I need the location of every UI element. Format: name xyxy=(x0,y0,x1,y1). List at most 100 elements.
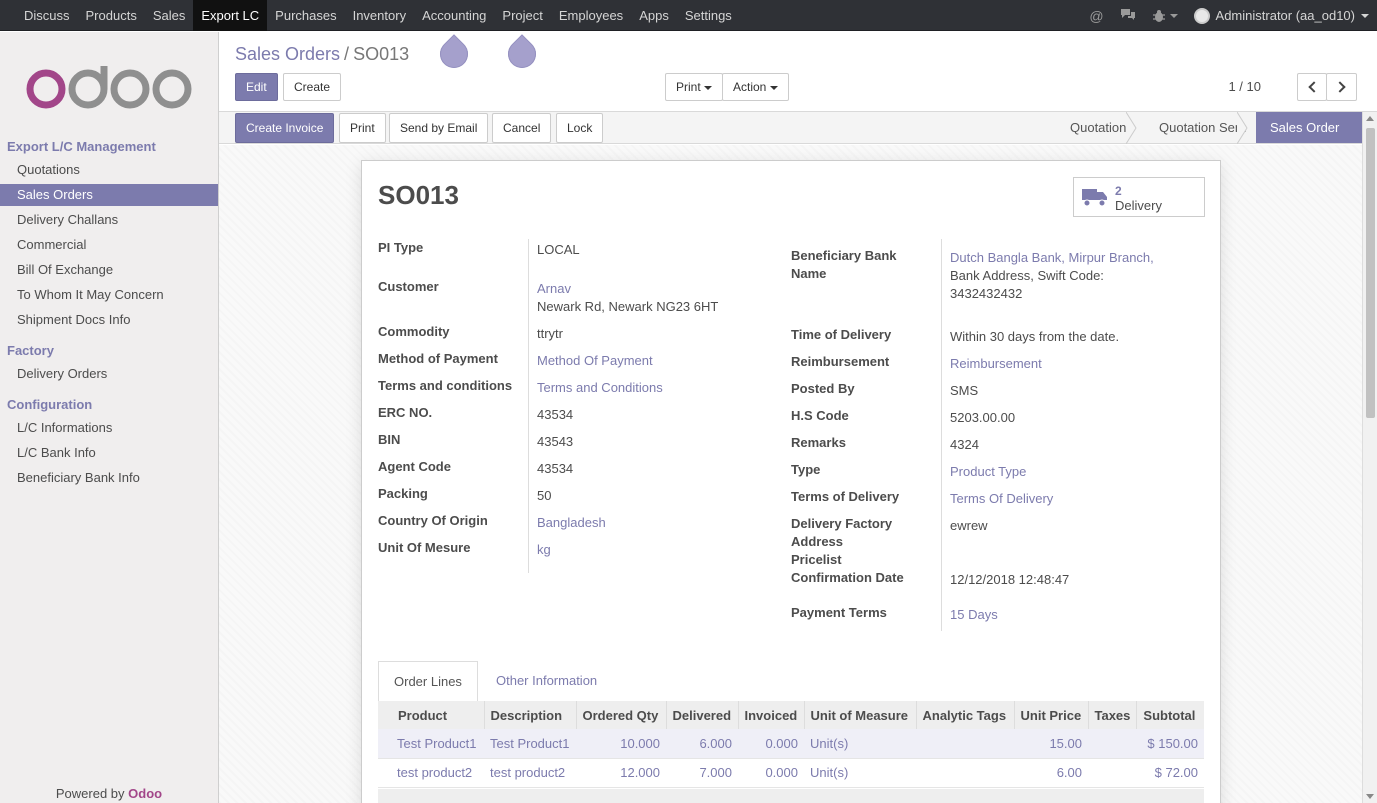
sidebar-item-lc-bank-info[interactable]: L/C Bank Info xyxy=(0,442,218,464)
action-dropdown-label: Action xyxy=(733,80,767,94)
sidebar-item-commercial[interactable]: Commercial xyxy=(0,234,218,256)
bug-icon[interactable] xyxy=(1152,9,1178,23)
delivery-smart-button[interactable]: 2 Delivery xyxy=(1073,177,1205,217)
column-header-delivered[interactable]: Delivered xyxy=(666,701,739,729)
menu-employees[interactable]: Employees xyxy=(551,0,631,31)
cell-product[interactable]: test product2 xyxy=(378,758,484,788)
column-header-description[interactable]: Description xyxy=(484,701,577,729)
menu-export-lc[interactable]: Export LC xyxy=(193,0,268,31)
table-row[interactable]: test product2 test product2 12.000 7.000… xyxy=(378,758,1204,788)
breadcrumb-current: SO013 xyxy=(353,44,410,64)
create-button[interactable]: Create xyxy=(283,73,342,101)
scroll-up-arrow-icon[interactable] xyxy=(1366,116,1374,121)
chevron-down-icon xyxy=(769,85,778,90)
tab-other-information[interactable]: Other Information xyxy=(481,661,612,702)
cancel-button[interactable]: Cancel xyxy=(492,113,552,143)
delivery-factory-value: ewrew xyxy=(950,518,988,533)
truck-icon xyxy=(1082,189,1107,207)
user-menu[interactable]: Administrator (aa_od10) xyxy=(1193,7,1369,24)
cell-unit-price: 15.00 xyxy=(1014,729,1088,759)
customer-link[interactable]: Arnav xyxy=(537,280,571,298)
erc-label: ERC NO. xyxy=(378,405,433,420)
pager-value[interactable]: 1 / 10 xyxy=(1228,79,1261,94)
sidebar-item-to-whom-it-may-concern[interactable]: To Whom It May Concern xyxy=(0,284,218,306)
bin-value: 43543 xyxy=(537,434,574,449)
confirmation-date-value: 12/12/2018 12:48:47 xyxy=(950,572,1070,587)
powered-by-text: Powered by xyxy=(55,786,125,801)
print-dropdown[interactable]: Print xyxy=(665,73,724,101)
stage-sales-order[interactable]: Sales Order xyxy=(1256,112,1362,143)
menu-products[interactable]: Products xyxy=(78,0,145,31)
cell-unit-of-measure: Unit(s) xyxy=(804,729,916,759)
edit-button[interactable]: Edit xyxy=(235,73,278,101)
menu-settings[interactable]: Settings xyxy=(677,0,740,31)
breadcrumb-parent[interactable]: Sales Orders xyxy=(235,44,340,64)
payment-terms-link[interactable]: 15 Days xyxy=(950,606,998,624)
sidebar-item-delivery-orders[interactable]: Delivery Orders xyxy=(0,363,218,385)
terms-conditions-label: Terms and conditions xyxy=(378,378,513,393)
chevron-down-icon xyxy=(1169,13,1178,18)
sidebar-section-configuration: Configuration xyxy=(7,397,93,412)
sidebar-item-lc-informations[interactable]: L/C Informations xyxy=(0,417,218,439)
lock-button[interactable]: Lock xyxy=(556,113,604,143)
menu-sales[interactable]: Sales xyxy=(145,0,194,31)
sidebar-item-shipment-docs-info[interactable]: Shipment Docs Info xyxy=(0,309,218,331)
sidebar-item-delivery-challans[interactable]: Delivery Challans xyxy=(0,209,218,231)
menu-discuss[interactable]: Discuss xyxy=(16,0,78,31)
terms-of-delivery-link[interactable]: Terms Of Delivery xyxy=(950,490,1053,508)
pricelist-label: Pricelist xyxy=(791,552,842,567)
column-header-analytic-tags[interactable]: Analytic Tags xyxy=(916,701,1015,729)
unit-of-measure-link[interactable]: kg xyxy=(537,541,551,559)
send-by-email-button[interactable]: Send by Email xyxy=(389,113,489,143)
menu-apps[interactable]: Apps xyxy=(631,0,677,31)
breadcrumb-separator: / xyxy=(344,44,350,64)
sidebar-section-factory: Factory xyxy=(7,343,54,358)
vertical-scrollbar[interactable] xyxy=(1362,112,1377,803)
column-header-subtotal[interactable]: Subtotal xyxy=(1136,701,1204,729)
sidebar-item-sales-orders[interactable]: Sales Orders xyxy=(0,184,218,206)
delivery-factory-label-line1: Delivery Factory xyxy=(791,516,893,531)
scroll-down-arrow-icon[interactable] xyxy=(1366,794,1374,799)
commodity-label: Commodity xyxy=(378,324,450,339)
type-link[interactable]: Product Type xyxy=(950,463,1026,481)
scrollbar-thumb[interactable] xyxy=(1366,128,1375,418)
column-header-ordered-qty[interactable]: Ordered Qty xyxy=(576,701,667,729)
menu-inventory[interactable]: Inventory xyxy=(345,0,414,31)
powered-by-brand[interactable]: Odoo xyxy=(128,786,162,801)
reimbursement-link[interactable]: Reimbursement xyxy=(950,355,1042,373)
column-header-unit-price[interactable]: Unit Price xyxy=(1014,701,1089,729)
create-invoice-button[interactable]: Create Invoice xyxy=(235,113,335,143)
chat-icon[interactable] xyxy=(1120,7,1136,24)
cell-description: Test Product1 xyxy=(484,729,576,759)
menu-purchases[interactable]: Purchases xyxy=(267,0,344,31)
menu-project[interactable]: Project xyxy=(494,0,550,31)
column-header-product[interactable]: Product xyxy=(378,701,485,729)
stage-quotation-label: Quotation xyxy=(1070,120,1127,135)
country-of-origin-link[interactable]: Bangladesh xyxy=(537,514,606,532)
terms-conditions-link[interactable]: Terms and Conditions xyxy=(537,379,663,397)
erc-value: 43534 xyxy=(537,407,574,422)
sidebar-item-quotations[interactable]: Quotations xyxy=(0,159,218,181)
pager-previous-button[interactable] xyxy=(1297,73,1327,101)
beneficiary-bank-label-line2: Name xyxy=(791,266,827,281)
method-of-payment-link[interactable]: Method Of Payment xyxy=(537,352,653,370)
sidebar-item-beneficiary-bank-info[interactable]: Beneficiary Bank Info xyxy=(0,467,218,489)
column-header-taxes[interactable]: Taxes xyxy=(1088,701,1138,729)
menu-accounting[interactable]: Accounting xyxy=(414,0,494,31)
bin-label: BIN xyxy=(378,432,401,447)
pager-next-button[interactable] xyxy=(1326,73,1357,101)
table-row[interactable]: Test Product1 Test Product1 10.000 6.000… xyxy=(378,729,1204,759)
sidebar-item-bill-of-exchange[interactable]: Bill Of Exchange xyxy=(0,259,218,281)
beneficiary-bank-link[interactable]: Dutch Bangla Bank, Mirpur Branch, xyxy=(950,249,1154,267)
tab-order-lines[interactable]: Order Lines xyxy=(378,661,478,702)
column-header-invoiced[interactable]: Invoiced xyxy=(738,701,805,729)
column-header-unit-of-measure[interactable]: Unit of Measure xyxy=(804,701,917,729)
cell-product[interactable]: Test Product1 xyxy=(378,729,484,759)
stage-quotation-sent-label: Quotation Sent xyxy=(1159,120,1246,135)
agent-code-value: 43534 xyxy=(537,461,574,476)
action-dropdown[interactable]: Action xyxy=(722,73,789,101)
country-of-origin-label: Country Of Origin xyxy=(378,513,488,528)
at-icon[interactable]: @ xyxy=(1089,8,1103,24)
notebook-tabs: Order Lines Other Information xyxy=(378,661,1204,702)
print-button[interactable]: Print xyxy=(339,113,386,143)
